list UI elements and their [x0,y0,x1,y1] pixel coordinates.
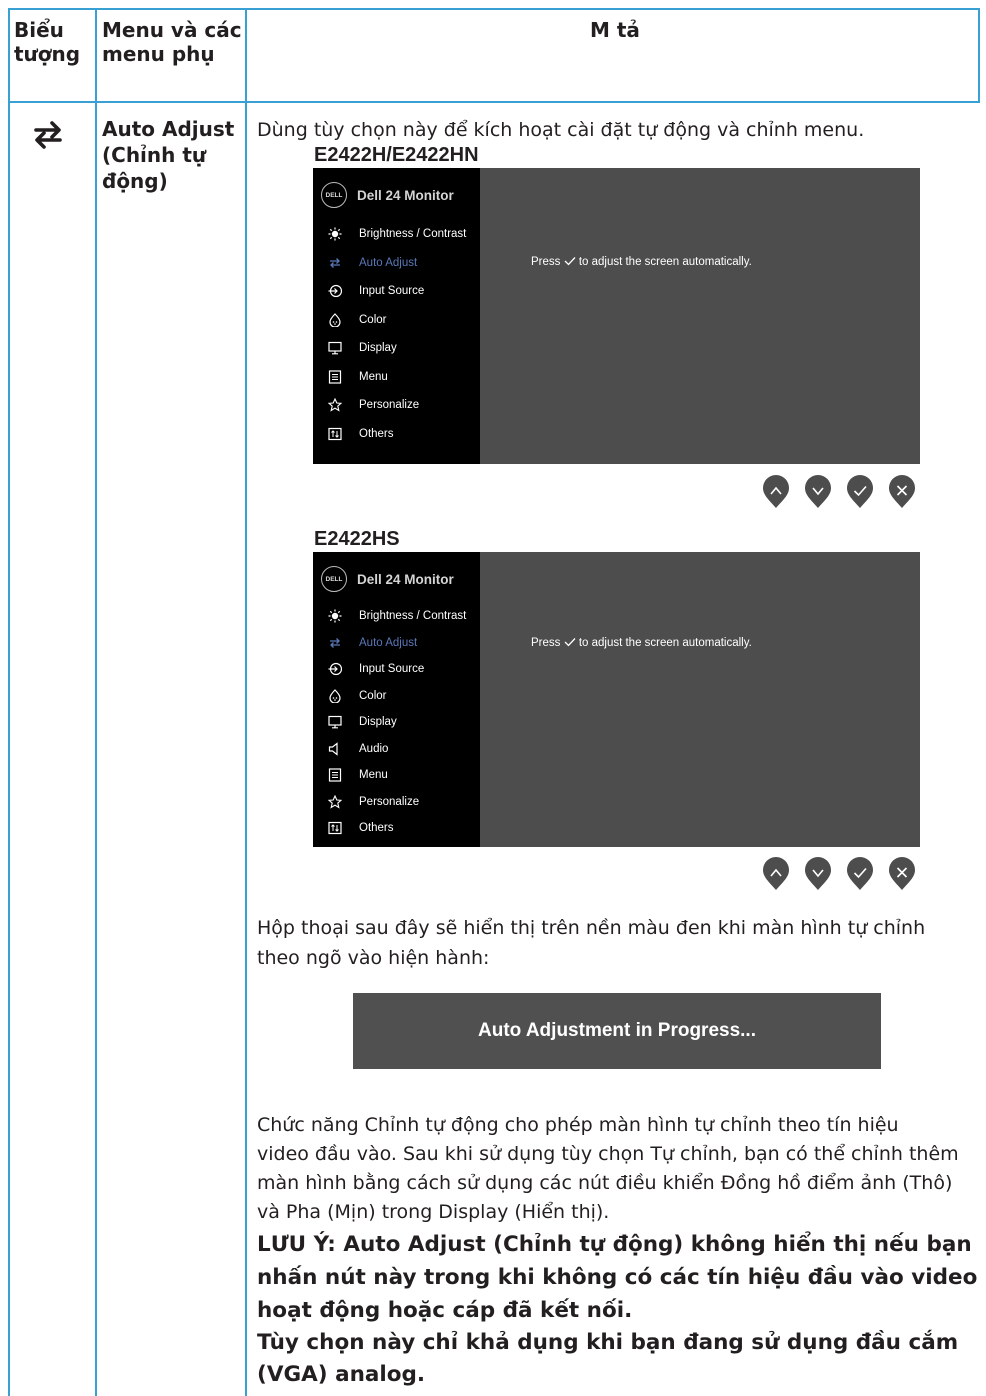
table-top-border [8,8,980,10]
star-icon [328,398,342,412]
osd-menu-item-label: Display [359,716,397,728]
osd-screen-1: DELL Dell 24 Monitor Brightness / Contra… [313,168,920,464]
header-icon-col: Biểu tượng [14,18,81,66]
menu-name: Auto Adjust (Chỉnh tự động) [102,117,235,193]
intro-text: Dùng tùy chọn này để kích hoạt cài đặt t… [257,119,865,141]
check-icon [564,638,576,647]
osd-menu-item-label: Brightness / Contrast [359,228,467,240]
menu-icon [328,369,342,384]
audio-icon [328,741,342,756]
display-icon [328,341,342,355]
osd-menu-item-color[interactable]: Color [313,688,480,703]
header-desc-col: M tả [590,18,640,42]
col-divider-2 [245,8,247,1396]
osd-screen-2: DELL Dell 24 Monitor Brightness / Contra… [313,552,920,847]
osd-menu-item-label: Menu [359,769,388,781]
menu-icon [328,768,342,782]
osd-menu-item-color[interactable]: Color [313,312,480,327]
dialog-intro: Hộp thoại sau đây sẽ hiển thị trên nền m… [257,917,926,969]
check-icon [564,257,576,266]
osd-menu-item-display[interactable]: Display [313,341,480,355]
osd-menu-item-personalize[interactable]: Personalize [313,794,480,809]
osd-menu-item-label: Menu [359,370,388,383]
osd-menu-item-others[interactable]: Others [313,821,480,835]
dell-logo-icon: DELL [321,182,347,208]
osd-menu-item-brightness-contrast[interactable]: Brightness / Contrast [313,609,480,623]
osd-menu-item-label: Brightness / Contrast [359,610,467,622]
osd-menu-item-label: Input Source [359,663,425,675]
note: LƯU Ý: Auto Adjust (Chỉnh tự động) không… [257,1232,978,1323]
auto-adjust-icon [328,636,342,650]
osd-menu-item-label: Others [359,427,394,440]
osd-menu-item-label: Others [359,822,394,834]
color-icon [328,312,342,327]
close-button[interactable] [887,473,917,509]
dell-logo-icon: DELL [321,566,347,592]
description: Chức năng Chỉnh tự động cho phép màn hìn… [257,1114,959,1223]
osd-header-2: DELL Dell 24 Monitor [321,566,454,592]
model-label-1: E2422H/E2422HN [314,144,479,166]
header-menu-col: Menu và các menu phụ [102,18,242,66]
osd-menu-item-label: Personalize [359,795,420,808]
osd-menu-item-input-source[interactable]: Input Source [313,662,480,676]
osd-menu-item-label: Display [359,342,397,354]
check-button[interactable] [845,855,875,891]
brightness-icon [328,227,342,241]
input-source-icon [328,662,342,676]
osd-menu-item-menu[interactable]: Menu [313,768,480,782]
close-button[interactable] [887,855,917,891]
up-button[interactable] [761,855,791,891]
auto-adjust-icon [30,118,66,152]
down-button[interactable] [803,473,833,509]
others-icon [328,821,342,835]
osd-menu-item-label: Audio [359,742,389,755]
table-left-border [8,8,10,1396]
table-right-border [978,8,980,101]
auto-adjust-icon [328,256,342,270]
osd-menu-item-input-source[interactable]: Input Source [313,284,480,298]
osd-menu-item-label: Color [359,689,387,702]
model-label-2: E2422HS [314,528,400,550]
osd-menu-item-brightness-contrast[interactable]: Brightness / Contrast [313,227,480,241]
osd-message-2: Press to adjust the screen automatically… [531,637,752,649]
osd-menu-item-label: Personalize [359,399,420,411]
check-button[interactable] [845,473,875,509]
osd-menu-item-label: Auto Adjust [359,256,418,269]
osd-menu-item-personalize[interactable]: Personalize [313,398,480,412]
note-vga: Tùy chọn này chỉ khả dụng khi bạn đang s… [257,1330,959,1387]
color-icon [328,688,342,703]
input-source-icon [328,284,342,298]
progress-text: Auto Adjustment in Progress... [478,1020,756,1041]
osd-title: Dell 24 Monitor [357,187,454,203]
brightness-icon [328,609,342,623]
osd-buttons-1 [761,473,929,509]
osd-menu-item-others[interactable]: Others [313,427,480,441]
osd-menu-item-label: Auto Adjust [359,636,418,649]
osd-message-1: Press to adjust the screen automatically… [531,256,752,268]
col-divider-1 [95,8,97,1396]
osd-menu-item-auto-adjust[interactable]: Auto Adjust [313,256,480,270]
osd-menu-item-audio[interactable]: Audio [313,741,480,756]
osd-menu-item-auto-adjust[interactable]: Auto Adjust [313,636,480,650]
display-icon [328,715,342,729]
up-button[interactable] [761,473,791,509]
osd-menu-item-menu[interactable]: Menu [313,369,480,384]
osd-title: Dell 24 Monitor [357,571,454,587]
osd-buttons-2 [761,855,929,891]
osd-menu-item-label: Color [359,313,387,326]
progress-dialog: Auto Adjustment in Progress... [353,993,881,1069]
header-bottom-border [8,101,980,103]
osd-menu-item-label: Input Source [359,285,425,297]
osd-header-1: DELL Dell 24 Monitor [321,182,454,208]
down-button[interactable] [803,855,833,891]
star-icon [328,794,342,809]
others-icon [328,427,342,441]
osd-menu-item-display[interactable]: Display [313,715,480,729]
